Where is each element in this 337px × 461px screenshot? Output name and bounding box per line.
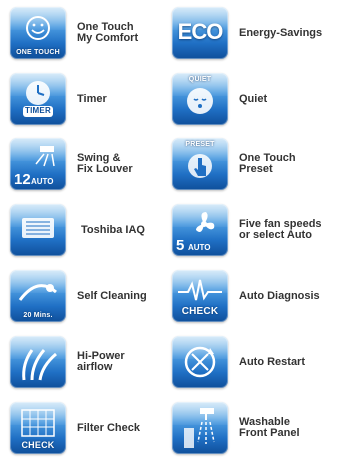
feature-label: Energy-Savings (239, 26, 323, 39)
feature-filter-check: CHECK Filter Check (10, 402, 178, 454)
feature-label: Five fan speeds or select Auto (239, 218, 322, 241)
check-pulse-icon: CHECK (172, 270, 228, 322)
feature-label: One Touch Preset (239, 152, 296, 175)
feature-label: Hi-Power airflow (77, 350, 125, 373)
filter-check-icon: CHECK (10, 402, 66, 454)
feature-label: Auto Diagnosis (239, 289, 320, 302)
feature-label: Filter Check (77, 421, 140, 434)
feature-label: One Touch My Comfort (77, 21, 139, 44)
eco-icon: ECO (172, 7, 228, 59)
air-quality-icon (10, 204, 66, 256)
feature-hi-power-airflow: Hi-Power airflow (10, 336, 178, 388)
feature-label: Washable Front Panel (239, 416, 300, 439)
feature-label: Quiet (239, 92, 268, 105)
clock-timer-icon: TIMER (10, 73, 66, 125)
feature-swing-fix-louver: 12 AUTO Swing & Fix Louver (10, 138, 178, 190)
feature-quiet: QUIET Quiet (172, 73, 337, 125)
quiet-face-icon: QUIET (172, 73, 228, 125)
icon-number: 5 (176, 237, 185, 254)
louver-swing-icon: 12 AUTO (10, 138, 66, 190)
icon-caption: 20 Mins. (23, 312, 53, 319)
feature-timer: TIMER Timer (10, 73, 178, 125)
feature-auto-restart: Auto Restart (172, 336, 337, 388)
feature-label: Swing & Fix Louver (77, 152, 133, 175)
feature-one-touch-preset: PRESET One Touch Preset (172, 138, 337, 190)
smiley-face-icon: ONE TOUCH (10, 7, 66, 59)
feature-grid: ONE TOUCH One Touch My Comfort ECO Energ… (0, 0, 337, 461)
fan-icon: 5 AUTO (172, 204, 228, 256)
washable-panel-icon (172, 402, 228, 454)
auto-restart-icon (172, 336, 228, 388)
hi-power-airflow-icon (10, 336, 66, 388)
feature-five-fan-speeds: 5 AUTO Five fan speeds or select Auto (172, 204, 337, 256)
icon-number: 12 (14, 171, 31, 188)
icon-caption: QUIET (188, 76, 212, 83)
self-cleaning-icon: 20 Mins. (10, 270, 66, 322)
icon-caption: PRESET (185, 141, 215, 148)
icon-caption: ONE TOUCH (16, 49, 60, 56)
feature-self-cleaning: 20 Mins. Self Cleaning (10, 270, 178, 322)
icon-sub: AUTO (31, 177, 54, 186)
feature-washable-front-panel: Washable Front Panel (172, 402, 337, 454)
feature-label: Timer (77, 92, 107, 105)
icon-caption: TIMER (25, 106, 51, 115)
feature-energy-savings: ECO Energy-Savings (172, 7, 337, 59)
feature-label: Auto Restart (239, 355, 306, 368)
icon-caption: CHECK (181, 306, 219, 317)
icon-caption: ECO (177, 19, 224, 44)
hand-press-icon: PRESET (172, 138, 228, 190)
feature-label: Toshiba IAQ (81, 223, 145, 236)
icon-sub: AUTO (188, 243, 211, 252)
feature-one-touch-my-comfort: ONE TOUCH One Touch My Comfort (10, 7, 178, 59)
feature-label: Self Cleaning (77, 289, 147, 302)
feature-toshiba-iaq: Toshiba IAQ (10, 204, 178, 256)
icon-caption: CHECK (21, 440, 55, 450)
feature-auto-diagnosis: CHECK Auto Diagnosis (172, 270, 337, 322)
